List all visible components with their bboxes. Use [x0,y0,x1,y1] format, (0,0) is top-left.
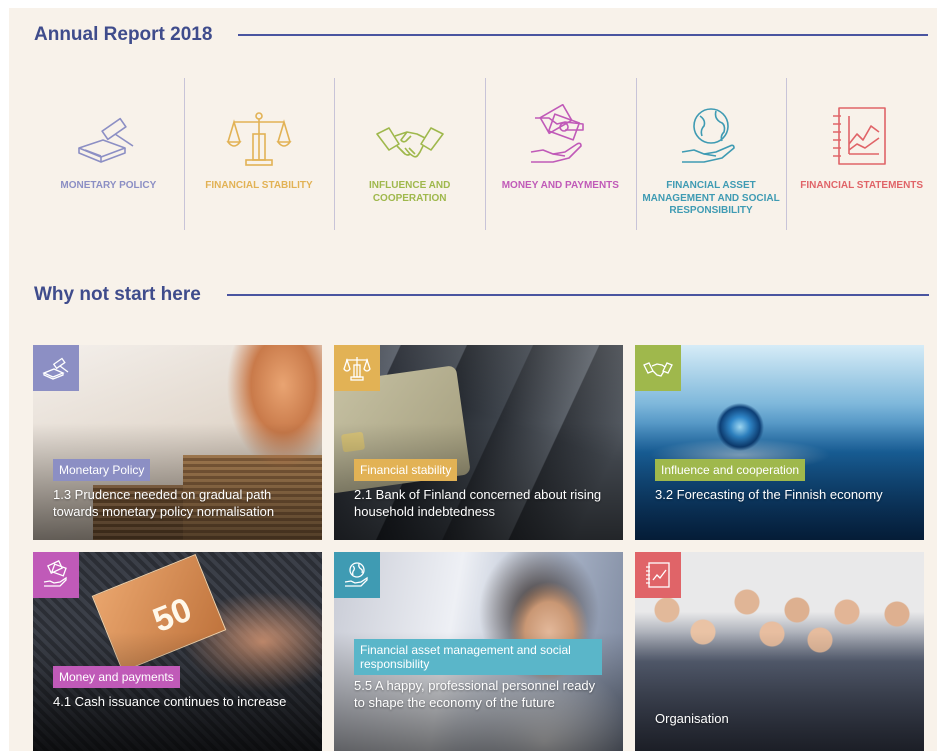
globe-hand-icon [681,108,735,163]
chart-document-icon [832,107,886,165]
article-title: 4.1 Cash issuance continues to increase [53,694,287,709]
gavel-icon [78,117,134,163]
section-title: Why not start here [34,284,201,305]
category-label: FINANCIAL STATEMENTS [800,180,924,191]
article-category-tag: Money and payments [53,666,180,688]
category-badge [33,552,79,598]
scales-icon [226,112,292,166]
article-title: Organisation [655,711,729,726]
article-title: 3.2 Forecasting of the Finnish economy [655,487,883,502]
category-money-payments[interactable]: MONEY AND PAYMENTS [485,78,636,233]
gavel-icon [42,357,69,380]
money-hands-icon [531,104,585,163]
article-card-financial-asset-management[interactable]: Financial asset management and social re… [334,552,623,751]
category-financial-statements[interactable]: FINANCIAL STATEMENTS [786,78,937,233]
section-divider [226,294,929,296]
article-card-money-payments[interactable]: 50 Money and payments 4.1 Cash issuance … [33,552,322,751]
category-label: FINANCIAL STABILITY [205,180,313,191]
category-financial-asset-management[interactable]: FINANCIAL ASSET MANAGEMENT AND SOCIAL RE… [635,78,787,233]
money-hands-icon [43,560,67,587]
category-nav: MONETARY POLICY FINANCIAL STABILITY INFL… [33,78,937,233]
article-title: 2.1 Bank of Finland concerned about risi… [354,487,602,519]
category-label: INFLUENCE AND COOPERATION [369,180,451,204]
article-category-tag: Financial asset management and social re… [354,639,602,675]
header-divider [238,34,929,36]
article-card-influence-cooperation[interactable]: Influence and cooperation 3.2 Forecastin… [635,345,924,540]
article-card-monetary-policy[interactable]: Monetary Policy 1.3 Prudence needed on g… [33,345,322,540]
globe-hand-icon [344,562,368,587]
category-label: MONEY AND PAYMENTS [501,180,619,191]
category-badge [635,345,681,391]
chart-document-icon [646,562,670,588]
scales-icon [343,357,371,381]
category-badge [334,345,380,391]
article-category-tag: Monetary Policy [53,459,151,481]
page: Annual Report 2018 MONETARY POLICY FINAN… [9,8,937,751]
category-badge [334,552,380,598]
article-card-organisation[interactable]: Organisation [635,552,924,751]
category-financial-stability[interactable]: FINANCIAL STABILITY [183,78,335,233]
category-label: MONETARY POLICY [60,180,157,191]
annual-report-header: Annual Report 2018 [34,24,929,46]
article-title: 1.3 Prudence needed on gradual path towa… [53,487,275,519]
article-category-tag: Financial stability [354,459,458,481]
category-label: FINANCIAL ASSET MANAGEMENT AND SOCIAL RE… [642,180,780,216]
handshake-icon [375,127,444,158]
category-monetary-policy[interactable]: MONETARY POLICY [33,78,184,233]
article-card-financial-stability[interactable]: Financial stability 2.1 Bank of Finland … [334,345,623,540]
category-influence-cooperation[interactable]: INFLUENCE AND COOPERATION [334,78,485,233]
category-badge [33,345,79,391]
article-category-tag: Influence and cooperation [655,459,806,481]
why-start-header: Why not start here [34,284,929,306]
article-title: 5.5 A happy, professional personnel read… [354,678,596,710]
handshake-icon [643,362,673,377]
page-title: Annual Report 2018 [34,24,213,45]
category-badge [635,552,681,598]
